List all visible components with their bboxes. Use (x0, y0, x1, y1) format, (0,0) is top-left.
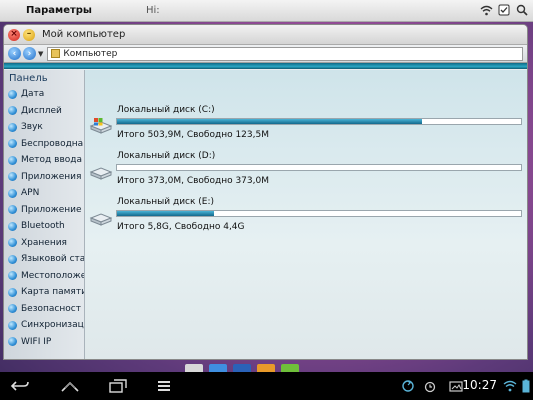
sidebar-item-label: Синхронизац (21, 320, 84, 331)
top-status-bar: Параметры Hi: (0, 0, 533, 22)
disk-name: Локальный диск (C:) (117, 105, 215, 115)
wifi-icon (479, 3, 493, 17)
disk-d[interactable]: Локальный диск (D:) Итого 373,0M, Свобод… (85, 151, 527, 197)
sidebar-item-apn[interactable]: APN (4, 185, 84, 202)
window-title: Мой компьютер (42, 29, 126, 40)
drive-icon (89, 209, 113, 227)
sidebar-item-label: Беспроводна (21, 138, 84, 149)
history-dropdown-icon[interactable]: ▼ (38, 50, 43, 58)
sidebar-item-input-method[interactable]: Метод ввода (4, 152, 84, 169)
apple-logo-icon[interactable] (8, 4, 20, 18)
disk-name: Локальный диск (E:) (117, 197, 215, 207)
disk-usage-bar (116, 118, 522, 125)
sidebar-item-label: Хранения (21, 237, 67, 248)
sidebar-item-memory-card[interactable]: Карта памяти (4, 284, 84, 301)
bullet-icon (8, 221, 17, 231)
disk-usage-fill (117, 211, 214, 216)
search-icon[interactable] (515, 3, 529, 17)
sidebar-item-bluetooth[interactable]: Bluetooth (4, 218, 84, 235)
bullet-icon (8, 320, 17, 330)
address-bar: ‹ › ▼ Компьютер (4, 45, 527, 63)
sidebar-item-apps[interactable]: Приложения (4, 169, 84, 186)
sidebar-item-label: Метод ввода (21, 155, 82, 166)
sync-icon (398, 378, 418, 394)
sidebar-item-application[interactable]: Приложение (4, 202, 84, 219)
sidebar-item-label: Безопасност (21, 303, 81, 314)
sidebar-item-wireless[interactable]: Беспроводна (4, 136, 84, 153)
home-icon[interactable] (60, 378, 80, 394)
sidebar-header: Панель (9, 73, 48, 84)
sidebar-item-wifi-ip[interactable]: WIFI IP (4, 334, 84, 351)
sidebar-item-label: Приложения (21, 171, 82, 182)
sidebar-item-label: Приложение (21, 204, 82, 215)
window-toggle-icon[interactable] (497, 3, 511, 17)
sidebar-item-label: WIFI IP (21, 336, 52, 347)
disk-name: Локальный диск (D:) (117, 151, 216, 161)
battery-icon (516, 378, 533, 394)
disk-usage-bar (116, 164, 522, 171)
disk-e[interactable]: Локальный диск (E:) Итого 5,8G, Свободно… (85, 197, 527, 243)
alarm-icon (420, 378, 440, 394)
address-field[interactable]: Компьютер (47, 46, 523, 61)
sidebar-item-sync[interactable]: Синхронизац (4, 317, 84, 334)
top-hint: Hi: (146, 5, 160, 16)
disk-info: Итого 373,0M, Свободно 373,0M (117, 176, 269, 186)
bullet-icon (8, 238, 17, 248)
bullet-icon (8, 254, 17, 264)
sidebar-item-label: Дисплей (21, 105, 62, 116)
sidebar-item-label: Местоположе (21, 270, 84, 281)
address-text: Компьютер (63, 48, 118, 59)
sidebar-item-label: Bluetooth (21, 221, 65, 232)
bullet-icon (8, 139, 17, 149)
top-icons (479, 3, 529, 17)
bullet-icon (8, 287, 17, 297)
drive-icon (89, 163, 113, 181)
bullet-icon (8, 304, 17, 314)
sidebar-item-label: Языковой ста (21, 254, 84, 265)
accent-strip (4, 63, 527, 69)
bullet-icon (8, 106, 17, 116)
sidebar-item-label: Карта памяти (21, 287, 84, 298)
app-title: Параметры (26, 5, 92, 16)
bullet-icon (8, 122, 17, 132)
back-button[interactable]: ‹ (8, 47, 21, 60)
bullet-icon (8, 89, 17, 99)
sidebar-item-security[interactable]: Безопасност (4, 301, 84, 318)
disk-usage-bar (116, 210, 522, 217)
window-titlebar[interactable]: × – Мой компьютер (4, 25, 527, 45)
sidebar-item-sound[interactable]: Звук (4, 119, 84, 136)
sidebar-item-label: Дата (21, 89, 45, 100)
bullet-icon (8, 337, 17, 347)
window-content: Панель Дата Дисплей Звук Беспроводна Мет… (4, 70, 527, 359)
disk-info: Итого 5,8G, Свободно 4,4G (117, 222, 245, 232)
my-computer-window: × – Мой компьютер ‹ › ▼ Компьютер Панель… (3, 24, 528, 360)
close-window-button[interactable]: × (8, 28, 20, 41)
sidebar-item-storage[interactable]: Хранения (4, 235, 84, 252)
system-drive-icon (89, 117, 113, 135)
sidebar-item-language[interactable]: Языковой ста (4, 251, 84, 268)
bullet-icon (8, 205, 17, 215)
sidebar-item-display[interactable]: Дисплей (4, 103, 84, 120)
bullet-icon (8, 172, 17, 182)
disk-c[interactable]: Локальный диск (C:) Итого 503,9M, Свобод… (85, 105, 527, 151)
bullet-icon (8, 155, 17, 165)
bullet-icon (8, 188, 17, 198)
menu-icon[interactable] (154, 378, 174, 394)
android-navigation-bar: 10:27 (0, 372, 533, 400)
drives-panel: Локальный диск (C:) Итого 503,9M, Свобод… (85, 70, 527, 359)
folder-icon (51, 49, 61, 58)
bullet-icon (8, 271, 17, 281)
minimize-window-button[interactable]: – (23, 28, 35, 41)
sidebar-item-label: APN (21, 188, 40, 199)
sidebar-item-label: Звук (21, 122, 43, 133)
sidebar: Панель Дата Дисплей Звук Беспроводна Мет… (4, 70, 85, 359)
sidebar-item-date[interactable]: Дата (4, 86, 84, 103)
forward-button[interactable]: › (23, 47, 36, 60)
disk-info: Итого 503,9M, Свободно 123,5M (117, 130, 269, 140)
recent-apps-icon[interactable] (108, 378, 128, 394)
sidebar-item-location[interactable]: Местоположе (4, 268, 84, 285)
disk-usage-fill (117, 119, 423, 124)
clock: 10:27 (462, 378, 497, 392)
back-icon[interactable] (10, 378, 30, 394)
